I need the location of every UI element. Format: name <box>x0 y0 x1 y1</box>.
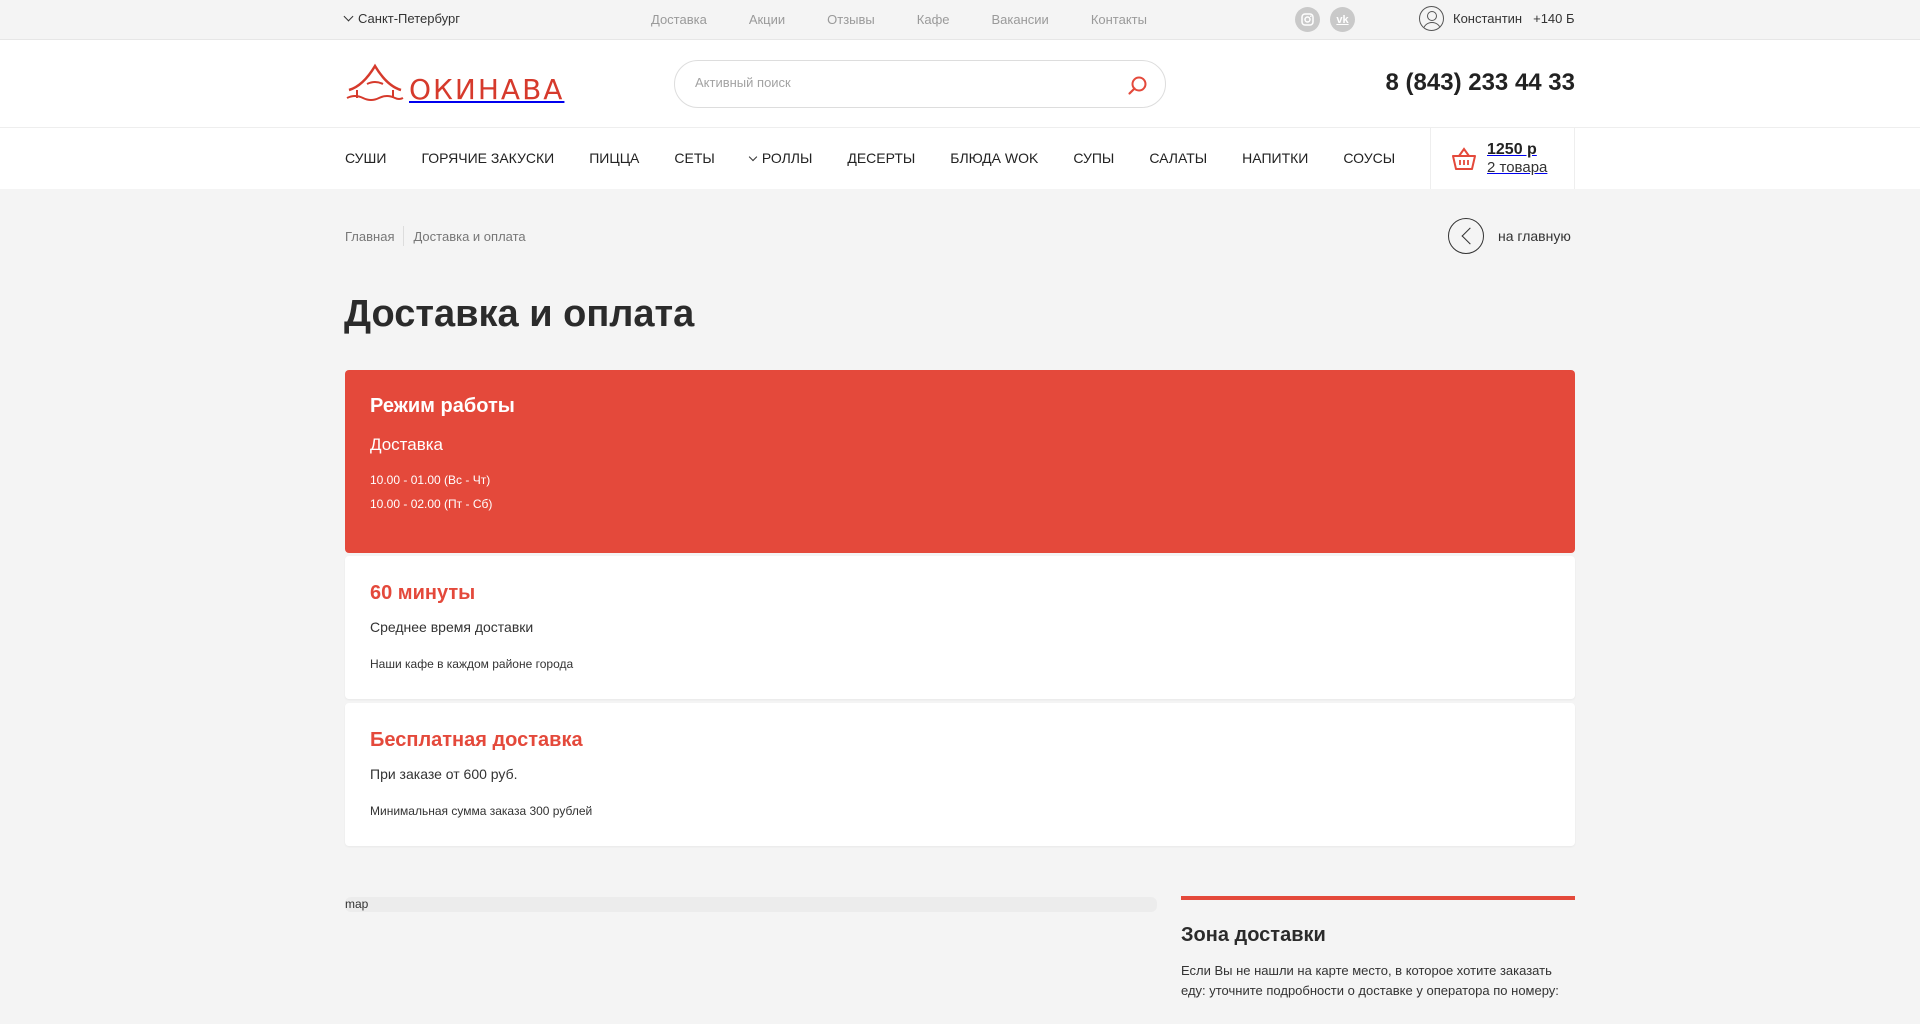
delivery-time-card: 60 минуты Среднее время доставки Наши ка… <box>345 556 1575 699</box>
city-label: Санкт-Петербург <box>358 11 460 26</box>
chevron-down-icon <box>343 11 354 22</box>
cart-sum: 1250 р <box>1487 140 1537 158</box>
delivery-zone-title: Зона доставки <box>1181 924 1326 946</box>
breadcrumb: Главная Доставка и оплата <box>345 226 526 246</box>
schedule-title: Режим работы <box>370 395 515 417</box>
top-nav-promotions[interactable]: Акции <box>749 12 785 27</box>
top-nav-contacts[interactable]: Контакты <box>1091 12 1147 27</box>
category-sushi[interactable]: СУШИ <box>345 150 386 166</box>
social-links: vk <box>1295 7 1355 32</box>
category-desserts[interactable]: ДЕСЕРТЫ <box>847 150 915 166</box>
map-placeholder[interactable]: map <box>345 897 1157 912</box>
schedule-line: 10.00 - 01.00 (Вс - Чт) <box>370 473 491 487</box>
category-salads[interactable]: САЛАТЫ <box>1149 150 1207 166</box>
chevron-down-icon <box>748 152 758 161</box>
category-sets[interactable]: СЕТЫ <box>674 150 714 166</box>
vk-icon[interactable]: vk <box>1330 7 1355 32</box>
bonus-points: +140 Б <box>1533 11 1575 26</box>
top-nav-reviews[interactable]: Отзывы <box>827 12 875 27</box>
user-name: Константин <box>1453 11 1523 26</box>
basket-icon <box>1452 146 1476 170</box>
category-soups[interactable]: СУПЫ <box>1073 150 1114 166</box>
header: ОКИНАВА 8 (843) 233 44 33 <box>0 40 1920 128</box>
category-sauces[interactable]: СОУСЫ <box>1343 150 1395 166</box>
category-drinks[interactable]: НАПИТКИ <box>1242 150 1308 166</box>
schedule-card: Режим работы Доставка 10.00 - 01.00 (Вс … <box>345 370 1575 553</box>
delivery-time-subtitle: Среднее время доставки <box>370 619 534 635</box>
chevron-left-icon <box>1448 218 1484 254</box>
delivery-zone: Зона доставки Если Вы не нашли на карте … <box>1181 896 1575 1001</box>
user-icon <box>1419 6 1444 31</box>
cart-button[interactable]: 1250 р 2 товара <box>1430 128 1575 189</box>
free-delivery-title: Бесплатная доставка <box>370 729 583 751</box>
breadcrumb-home[interactable]: Главная <box>345 229 394 246</box>
delivery-zone-text: Если Вы не нашли на карте место, в котор… <box>1181 963 1559 998</box>
category-list: СУШИ ГОРЯЧИЕ ЗАКУСКИ ПИЦЦА СЕТЫ РОЛЛЫ ДЕ… <box>345 150 1430 166</box>
logo-pagoda-icon <box>346 63 404 101</box>
category-rolls[interactable]: РОЛЛЫ <box>748 150 813 166</box>
schedule-line: 10.00 - 02.00 (Пт - Сб) <box>370 497 493 511</box>
top-bar: Санкт-Петербург Доставка Акции Отзывы Ка… <box>0 0 1920 40</box>
back-label: на главную <box>1498 228 1571 244</box>
breadcrumb-divider <box>403 226 405 246</box>
delivery-time-title: 60 минуты <box>370 582 476 604</box>
category-hot-snacks[interactable]: ГОРЯЧИЕ ЗАКУСКИ <box>421 150 554 166</box>
category-rolls-label: РОЛЛЫ <box>761 150 813 166</box>
logo[interactable]: ОКИНАВА <box>345 60 564 104</box>
phone-number[interactable]: 8 (843) 233 44 33 <box>1386 69 1575 97</box>
breadcrumb-current: Доставка и оплата <box>413 229 526 244</box>
category-wok[interactable]: БЛЮДА WOK <box>950 150 1038 166</box>
top-nav-vacancies[interactable]: Вакансии <box>992 12 1049 27</box>
category-nav: СУШИ ГОРЯЧИЕ ЗАКУСКИ ПИЦЦА СЕТЫ РОЛЛЫ ДЕ… <box>0 128 1920 189</box>
search-icon[interactable] <box>1127 74 1149 96</box>
delivery-time-note: Наши кафе в каждом районе города <box>370 657 574 671</box>
schedule-subtitle: Доставка <box>370 435 444 454</box>
top-nav: Доставка Акции Отзывы Кафе Вакансии Конт… <box>651 12 1189 27</box>
instagram-icon[interactable] <box>1295 7 1320 32</box>
page-title: Доставка и оплата <box>344 293 695 335</box>
logo-text: ОКИНАВА <box>409 73 565 106</box>
schedule-hours: 10.00 - 01.00 (Вс - Чт) 10.00 - 02.00 (П… <box>370 468 1550 516</box>
top-nav-delivery[interactable]: Доставка <box>651 12 707 27</box>
cart-count: 2 товара <box>1487 159 1548 177</box>
free-delivery-note: Минимальная сумма заказа 300 рублей <box>370 804 593 818</box>
search-box <box>674 60 1166 108</box>
category-pizza[interactable]: ПИЦЦА <box>589 150 639 166</box>
city-selector[interactable]: Санкт-Петербург <box>343 11 460 26</box>
user-account[interactable]: Константин +140 Б <box>1419 6 1575 31</box>
cart-summary: 1250 р 2 товара <box>1487 141 1547 177</box>
top-nav-cafe[interactable]: Кафе <box>917 12 950 27</box>
free-delivery-subtitle: При заказе от 600 руб. <box>370 766 518 782</box>
free-delivery-card: Бесплатная доставка При заказе от 600 ру… <box>345 703 1575 846</box>
back-to-home-link[interactable]: на главную <box>1448 218 1571 254</box>
search-input[interactable] <box>695 75 1115 90</box>
